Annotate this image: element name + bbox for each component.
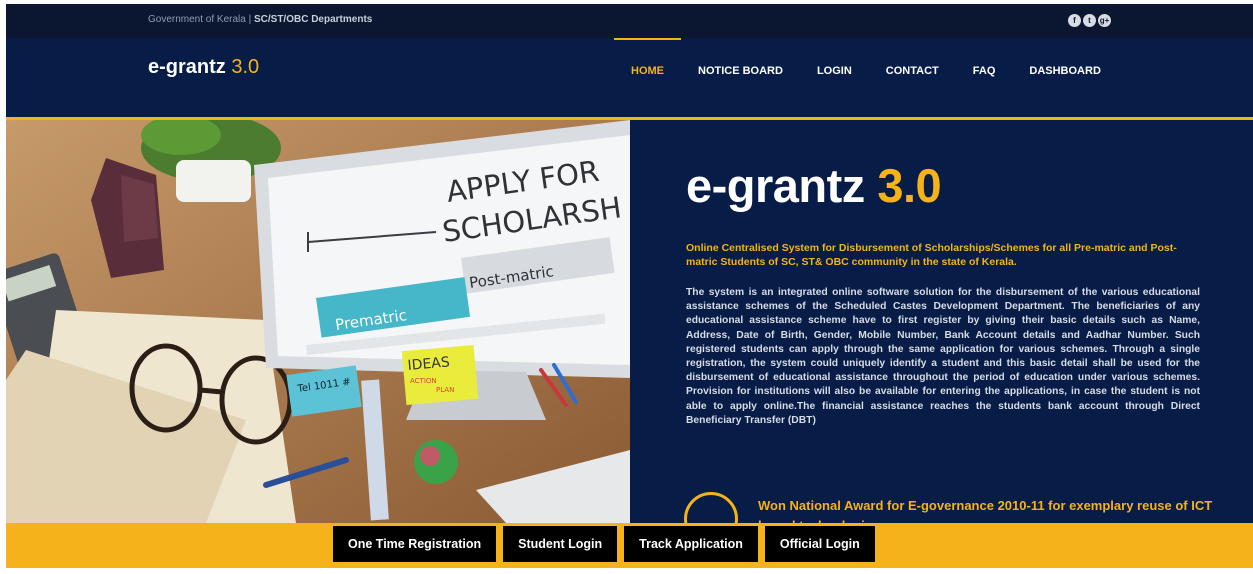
hero-image: APPLY FOR SCHOLARSH Post-matric Prematri… (6, 120, 630, 523)
nav-contact[interactable]: CONTACT (869, 38, 956, 117)
note-plan-text: PLAN (436, 386, 454, 394)
nav-notice-board[interactable]: NOTICE BOARD (681, 38, 800, 117)
one-time-registration-button[interactable]: One Time Registration (333, 526, 497, 562)
twitter-icon[interactable]: t (1083, 14, 1096, 27)
government-label: Government of Kerala | SC/ST/OBC Departm… (148, 14, 373, 25)
hero-tagline: Online Centralised System for Disburseme… (686, 242, 1177, 268)
hero-title: e-grantz 3.0 (686, 159, 942, 212)
main-navbar: e-grantz 3.0 HOME NOTICE BOARD LOGIN CON… (6, 38, 1253, 117)
nav-login[interactable]: LOGIN (800, 38, 869, 117)
action-bar: One Time Registration Student Login Trac… (6, 523, 1253, 568)
student-login-button[interactable]: Student Login (503, 526, 618, 562)
top-bar: Government of Kerala | SC/ST/OBC Departm… (6, 4, 1253, 38)
department-label: SC/ST/OBC Departments (253, 14, 373, 25)
award-text: Won National Award for E-governance 2010… (758, 498, 1213, 523)
social-links: f t g+ (1068, 14, 1111, 27)
track-application-button[interactable]: Track Application (624, 526, 758, 562)
award-icon (684, 492, 738, 523)
scholarship-illustration: APPLY FOR SCHOLARSH Post-matric Prematri… (6, 120, 630, 523)
hero-description: The system is an integrated online softw… (686, 287, 1200, 426)
official-login-button[interactable]: Official Login (764, 526, 875, 562)
note-action-text: ACTION (410, 377, 437, 385)
nav-faq[interactable]: FAQ (956, 38, 1013, 117)
action-buttons: One Time Registration Student Login Trac… (333, 526, 875, 562)
facebook-icon[interactable]: f (1068, 14, 1081, 27)
hero-content: e-grantz 3.0 Online Centralised System f… (630, 120, 1253, 523)
nav-home[interactable]: HOME (614, 38, 681, 117)
nav-dashboard[interactable]: DASHBOARD (1012, 38, 1118, 117)
google-plus-icon[interactable]: g+ (1098, 14, 1111, 27)
site-logo[interactable]: e-grantz 3.0 (148, 56, 259, 79)
main-menu: HOME NOTICE BOARD LOGIN CONTACT FAQ DASH… (614, 38, 1118, 117)
